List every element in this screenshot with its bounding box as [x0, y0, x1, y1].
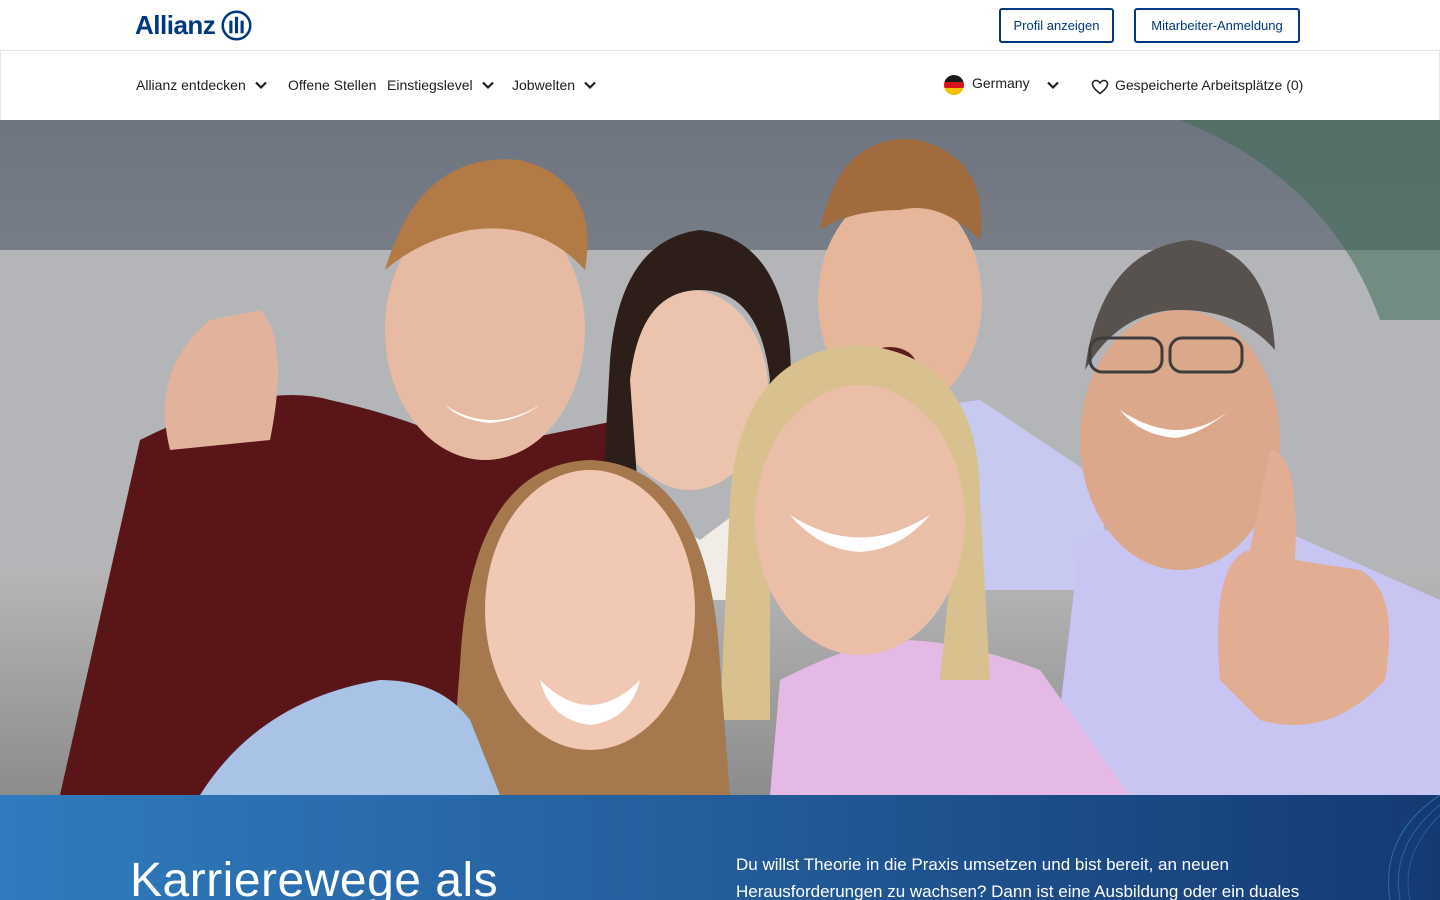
intro-title: Karrierewege als: [130, 854, 499, 900]
top-header: Allianz Profil anzeigen Mitarbeiter-Anme…: [0, 0, 1440, 51]
saved-jobs-label: Gespeicherte Arbeitsplätze (0): [1115, 77, 1304, 93]
chevron-down-icon: [481, 81, 494, 90]
intro-section: Karrierewege als Du willst Theorie in di…: [0, 795, 1440, 900]
allianz-eagle-icon: [221, 9, 252, 41]
decorative-swirl-icon: [1388, 795, 1440, 900]
group-photo: [0, 120, 1440, 795]
chevron-down-icon: [1046, 81, 1059, 90]
saved-jobs-link[interactable]: Gespeicherte Arbeitsplätze (0): [1091, 52, 1303, 118]
allianz-logo[interactable]: Allianz: [135, 9, 252, 41]
hero-image: [0, 120, 1440, 795]
heart-icon: [1091, 79, 1109, 94]
employee-login-button[interactable]: Mitarbeiter-Anmeldung: [1134, 8, 1300, 43]
chevron-down-icon: [254, 81, 267, 90]
nav-item-label: Allianz entdecken: [136, 77, 246, 93]
country-selector[interactable]: Germany: [944, 52, 1060, 118]
country-label: Germany: [972, 75, 1030, 91]
nav-item-allianz-entdecken[interactable]: Allianz entdecken: [136, 52, 268, 118]
logo-wordmark: Allianz: [135, 9, 216, 40]
germany-flag-icon: [944, 75, 964, 95]
main-navigation: Allianz entdecken Offene Stellen Einstie…: [0, 52, 1440, 120]
nav-item-label: Einstiegslevel: [387, 77, 473, 93]
nav-item-label: Jobwelten: [512, 77, 576, 93]
nav-item-label: Offene Stellen: [288, 77, 377, 93]
nav-item-jobwelten[interactable]: Jobwelten: [512, 52, 597, 118]
nav-item-offene-stellen[interactable]: Offene Stellen: [288, 52, 376, 118]
profile-button[interactable]: Profil anzeigen: [999, 8, 1114, 43]
intro-text: Du willst Theorie in die Praxis umsetzen…: [736, 855, 1300, 900]
nav-item-einstiegslevel[interactable]: Einstiegslevel: [387, 52, 495, 118]
chevron-down-icon: [584, 81, 596, 90]
